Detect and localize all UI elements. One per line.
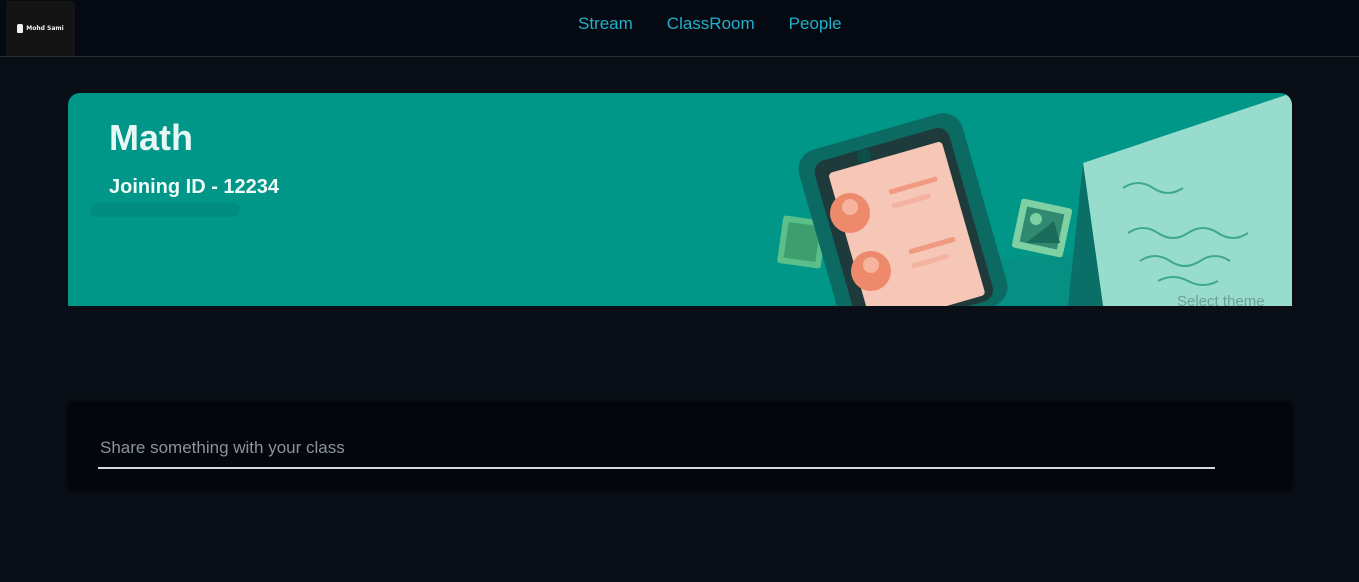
logo-text: Mohd Sami — [26, 25, 64, 32]
banner-illustration — [777, 93, 1292, 306]
logo-mark-icon — [17, 24, 24, 33]
post-card — [68, 401, 1292, 491]
nav-classroom[interactable]: ClassRoom — [667, 13, 755, 35]
share-input[interactable] — [98, 429, 1215, 469]
class-banner: Math Joining ID - 12234 Select theme — [68, 93, 1292, 306]
notebook-icon — [1068, 93, 1292, 306]
top-bar: Mohd Sami Stream ClassRoom People — [0, 0, 1359, 57]
select-theme-button[interactable]: Select theme — [1177, 293, 1265, 306]
joining-id: Joining ID - 12234 — [109, 176, 280, 198]
banner-ghost-line — [90, 203, 240, 217]
phone-icon — [798, 113, 1008, 306]
main-nav: Stream ClassRoom People — [578, 13, 842, 35]
stamp-right-icon — [1011, 198, 1073, 258]
nav-people[interactable]: People — [789, 13, 842, 35]
class-title: Math — [109, 117, 193, 158]
logo[interactable]: Mohd Sami — [6, 1, 75, 56]
nav-stream[interactable]: Stream — [578, 13, 633, 35]
